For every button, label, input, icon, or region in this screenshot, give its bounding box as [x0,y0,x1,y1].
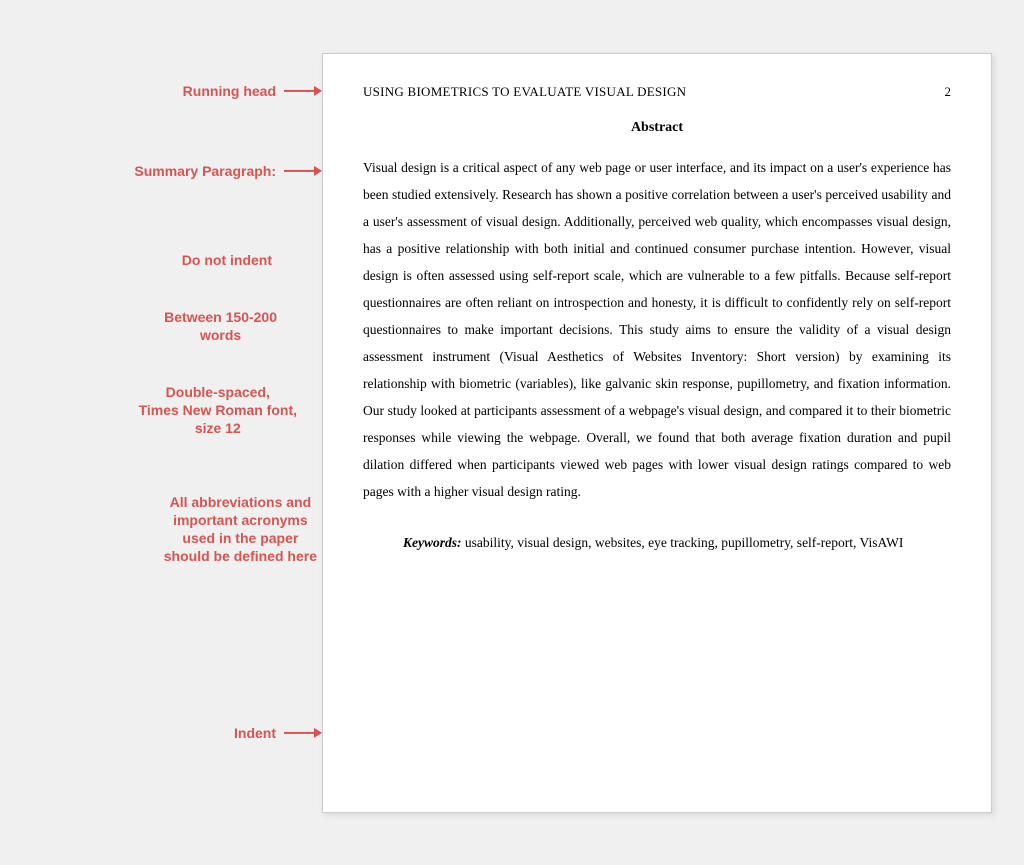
keywords-text: usability, visual design, websites, eye … [462,535,904,550]
arrow-head-3 [314,728,322,738]
running-head-text: USING BIOMETRICS TO EVALUATE VISUAL DESI… [363,84,686,100]
double-spaced-label: Double-spaced,Times New Roman font,size … [139,383,297,438]
abbreviations-label: All abbreviations andimportant acronymsu… [164,493,317,566]
arrow-line [284,90,314,92]
arrow-head-2 [314,166,322,176]
annotation-running-head: Running head [183,81,322,99]
annotation-words: Between 150-200words [164,308,277,344]
keywords-line: Keywords: usability, visual design, webs… [363,529,951,556]
doc-body: Visual design is a critical aspect of an… [363,154,951,505]
running-head-arrow [284,86,322,96]
outer-container: Running head Summary Paragraph: Do not i… [20,20,1004,845]
annotations-panel: Running head Summary Paragraph: Do not i… [32,53,322,813]
arrow-line-3 [284,732,314,734]
annotation-summary: Summary Paragraph: [134,161,322,179]
document-page: USING BIOMETRICS TO EVALUATE VISUAL DESI… [322,53,992,813]
doc-header: USING BIOMETRICS TO EVALUATE VISUAL DESI… [363,84,951,100]
abstract-paragraph: Visual design is a critical aspect of an… [363,154,951,505]
keywords-label: Keywords: [403,535,462,550]
annotation-do-not-indent: Do not indent [182,251,272,269]
indent-arrow [284,728,322,738]
annotation-abbreviations: All abbreviations andimportant acronymsu… [164,493,317,566]
arrow-head [314,86,322,96]
annotation-indent: Indent [234,723,322,741]
arrow-line-2 [284,170,314,172]
page-number: 2 [945,84,952,100]
summary-label: Summary Paragraph: [134,161,276,179]
layout: Running head Summary Paragraph: Do not i… [32,53,992,813]
running-head-label: Running head [183,81,276,99]
do-not-indent-label: Do not indent [182,251,272,269]
annotation-double-spaced: Double-spaced,Times New Roman font,size … [139,383,297,438]
indent-label: Indent [234,723,276,741]
summary-arrow [284,166,322,176]
doc-title: Abstract [363,120,951,136]
words-label: Between 150-200words [164,308,277,344]
